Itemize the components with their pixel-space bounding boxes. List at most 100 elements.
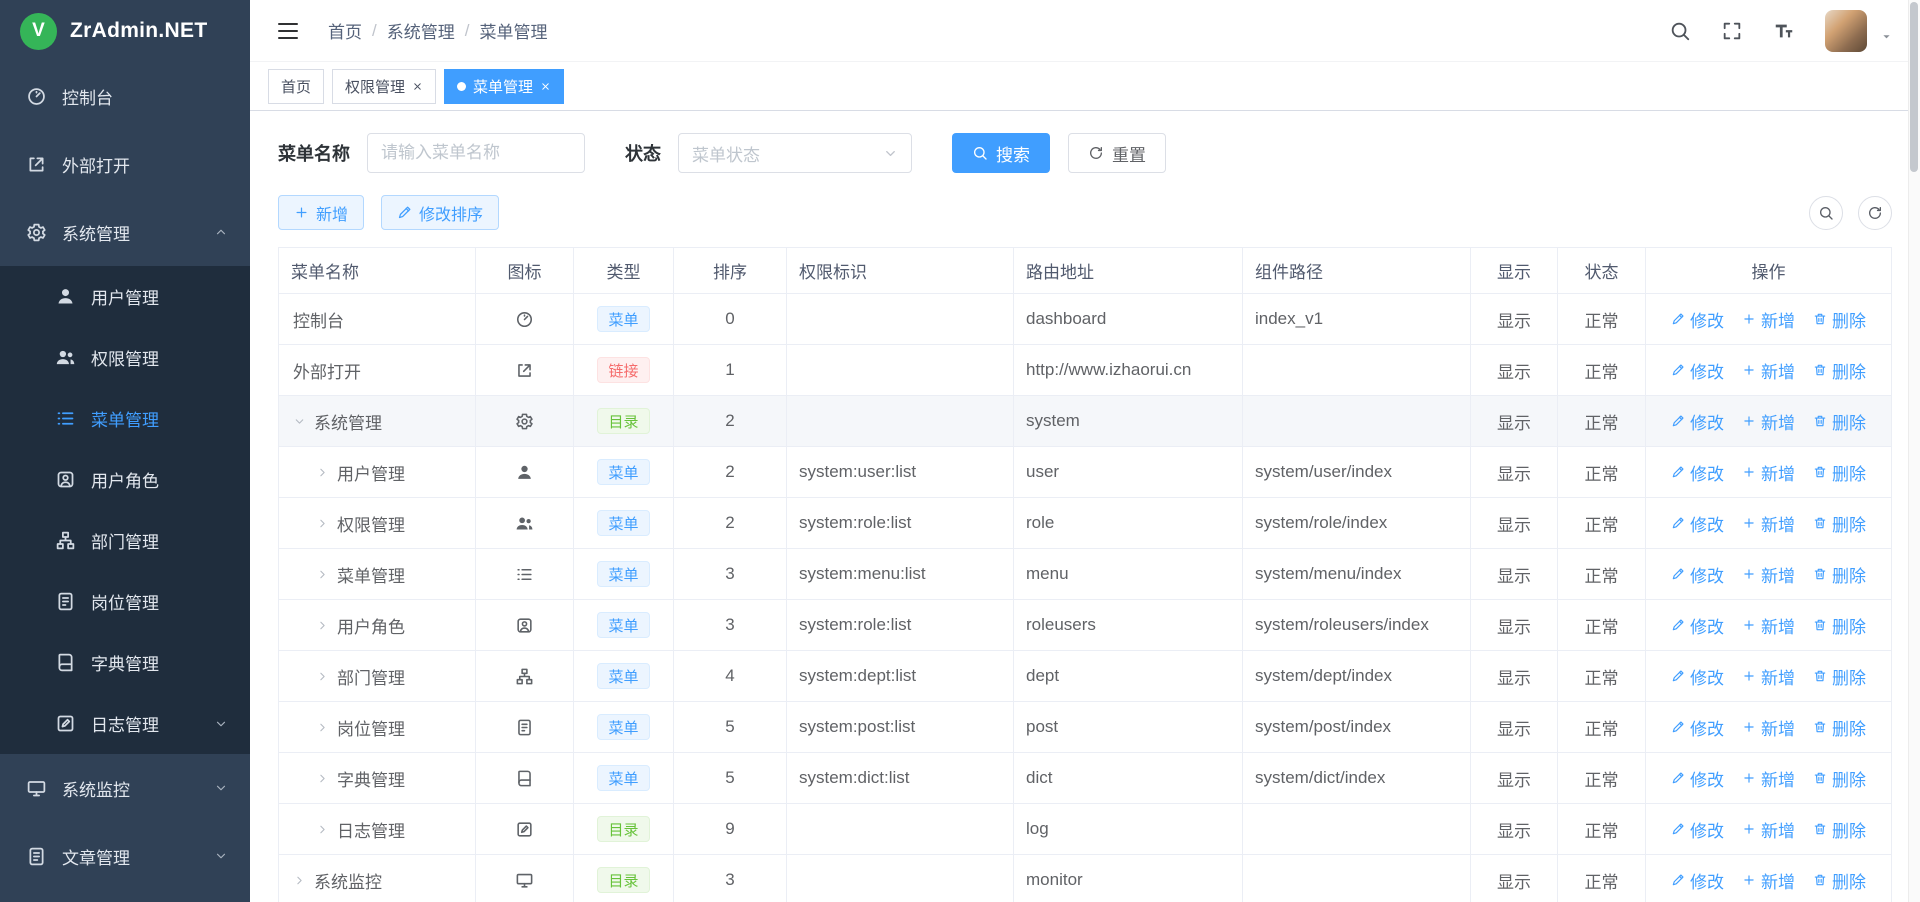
delete-button[interactable]: 删除	[1813, 766, 1866, 791]
sidebar-item-external-open[interactable]: 外部打开	[0, 130, 250, 198]
delete-button[interactable]: 删除	[1813, 307, 1866, 332]
add-button[interactable]: 新增	[1742, 409, 1795, 434]
delete-button[interactable]: 删除	[1813, 664, 1866, 689]
close-icon[interactable]	[412, 81, 423, 92]
add-button[interactable]: 新增	[1742, 613, 1795, 638]
edit-button[interactable]: 修改	[1671, 562, 1724, 587]
path-cell: dept	[1014, 651, 1243, 702]
edit-button[interactable]: 修改	[1671, 817, 1724, 842]
reset-button[interactable]: 重置	[1068, 133, 1166, 173]
edit-button[interactable]: 修改	[1671, 715, 1724, 740]
sidebar-item-label: 外部打开	[62, 152, 130, 177]
tree-collapse-icon[interactable]	[316, 721, 329, 734]
refresh-table-button[interactable]	[1858, 196, 1892, 230]
edit-button[interactable]: 修改	[1671, 460, 1724, 485]
search-button-label: 搜索	[996, 141, 1030, 166]
font-size-icon[interactable]	[1773, 20, 1795, 42]
add-menu-button[interactable]: 新增	[278, 195, 364, 230]
log-edit-icon	[515, 820, 534, 839]
sidebar-item-menu-management[interactable]: 菜单管理	[0, 388, 250, 449]
fullscreen-icon[interactable]	[1721, 20, 1743, 42]
edit-button[interactable]: 修改	[1671, 307, 1724, 332]
delete-button[interactable]: 删除	[1813, 868, 1866, 893]
menu-name-cell: 系统管理	[279, 396, 476, 447]
type-tag: 菜单	[597, 306, 649, 332]
delete-button[interactable]: 删除	[1813, 817, 1866, 842]
add-button[interactable]: 新增	[1742, 460, 1795, 485]
delete-button[interactable]: 删除	[1813, 613, 1866, 638]
menu-status-select[interactable]: 菜单状态	[678, 133, 912, 173]
sidebar-item-article-management[interactable]: 文章管理	[0, 822, 250, 890]
tree-collapse-icon[interactable]	[316, 517, 329, 530]
search-icon[interactable]	[1669, 20, 1691, 42]
toggle-search-button[interactable]	[1809, 196, 1843, 230]
add-button[interactable]: 新增	[1742, 307, 1795, 332]
add-button[interactable]: 新增	[1742, 868, 1795, 893]
add-button[interactable]: 新增	[1742, 817, 1795, 842]
collapse-sidebar-icon[interactable]	[276, 19, 300, 43]
edit-button[interactable]: 修改	[1671, 511, 1724, 536]
sidebar-item-console[interactable]: 控制台	[0, 62, 250, 130]
tree-expand-icon[interactable]	[293, 415, 306, 428]
sidebar-item-system-management[interactable]: 系统管理	[0, 198, 250, 266]
sidebar-item-post-management[interactable]: 岗位管理	[0, 571, 250, 632]
delete-button[interactable]: 删除	[1813, 409, 1866, 434]
actions-cell: 修改新增删除	[1646, 804, 1892, 855]
scrollbar-thumb[interactable]	[1910, 2, 1918, 172]
menu-name-cell: 用户角色	[279, 600, 476, 651]
close-icon[interactable]	[540, 81, 551, 92]
add-button[interactable]: 新增	[1742, 562, 1795, 587]
menu-name-cell: 日志管理	[279, 804, 476, 855]
sidebar-item-dept-management[interactable]: 部门管理	[0, 510, 250, 571]
tree-collapse-icon[interactable]	[316, 772, 329, 785]
edit-button[interactable]: 修改	[1671, 358, 1724, 383]
avatar[interactable]	[1825, 10, 1867, 52]
edit-button[interactable]: 修改	[1671, 613, 1724, 638]
delete-button[interactable]: 删除	[1813, 460, 1866, 485]
table-row: 用户管理菜单2system:user:listusersystem/user/i…	[279, 447, 1892, 498]
edit-sort-button[interactable]: 修改排序	[381, 195, 499, 230]
tab-home[interactable]: 首页	[268, 69, 324, 104]
add-button[interactable]: 新增	[1742, 766, 1795, 791]
breadcrumb-item[interactable]: 菜单管理	[479, 18, 547, 43]
search-button[interactable]: 搜索	[952, 133, 1050, 173]
plus-icon	[1742, 669, 1756, 683]
edit-button[interactable]: 修改	[1671, 664, 1724, 689]
tree-collapse-icon[interactable]	[316, 466, 329, 479]
edit-button[interactable]: 修改	[1671, 868, 1724, 893]
plus-icon	[1742, 363, 1756, 377]
edit-button[interactable]: 修改	[1671, 766, 1724, 791]
sidebar-item-dict-management[interactable]: 字典管理	[0, 632, 250, 693]
tab-menu[interactable]: 菜单管理	[444, 69, 564, 104]
sidebar-item-permission-management[interactable]: 权限管理	[0, 327, 250, 388]
delete-button[interactable]: 删除	[1813, 511, 1866, 536]
sidebar-item-system-monitor[interactable]: 系统监控	[0, 754, 250, 822]
breadcrumb-item[interactable]: 首页	[328, 18, 362, 43]
tree-collapse-icon[interactable]	[316, 619, 329, 632]
tree-collapse-icon[interactable]	[316, 568, 329, 581]
tree-collapse-icon[interactable]	[316, 670, 329, 683]
user-menu-caret-icon[interactable]	[1879, 29, 1894, 44]
type-cell: 菜单	[574, 447, 674, 498]
sidebar-item-log-management[interactable]: 日志管理	[0, 693, 250, 754]
sidebar-item-user-management[interactable]: 用户管理	[0, 266, 250, 327]
breadcrumb-item[interactable]: 系统管理	[387, 18, 455, 43]
sidebar-item-user-role[interactable]: 用户角色	[0, 449, 250, 510]
type-cell: 目录	[574, 855, 674, 902]
status-cell: 正常	[1558, 600, 1646, 651]
status-cell: 正常	[1558, 498, 1646, 549]
tree-collapse-icon[interactable]	[293, 874, 306, 887]
add-button[interactable]: 新增	[1742, 664, 1795, 689]
menu-table: 菜单名称图标类型排序权限标识路由地址组件路径显示状态操作 控制台菜单0dashb…	[278, 247, 1892, 902]
tab-permission[interactable]: 权限管理	[332, 69, 436, 104]
delete-button[interactable]: 删除	[1813, 562, 1866, 587]
tree-collapse-icon[interactable]	[316, 823, 329, 836]
path-cell: role	[1014, 498, 1243, 549]
add-button[interactable]: 新增	[1742, 511, 1795, 536]
edit-button[interactable]: 修改	[1671, 409, 1724, 434]
delete-button[interactable]: 删除	[1813, 715, 1866, 740]
delete-button[interactable]: 删除	[1813, 358, 1866, 383]
add-button[interactable]: 新增	[1742, 715, 1795, 740]
menu-name-input[interactable]	[367, 133, 585, 173]
add-button[interactable]: 新增	[1742, 358, 1795, 383]
